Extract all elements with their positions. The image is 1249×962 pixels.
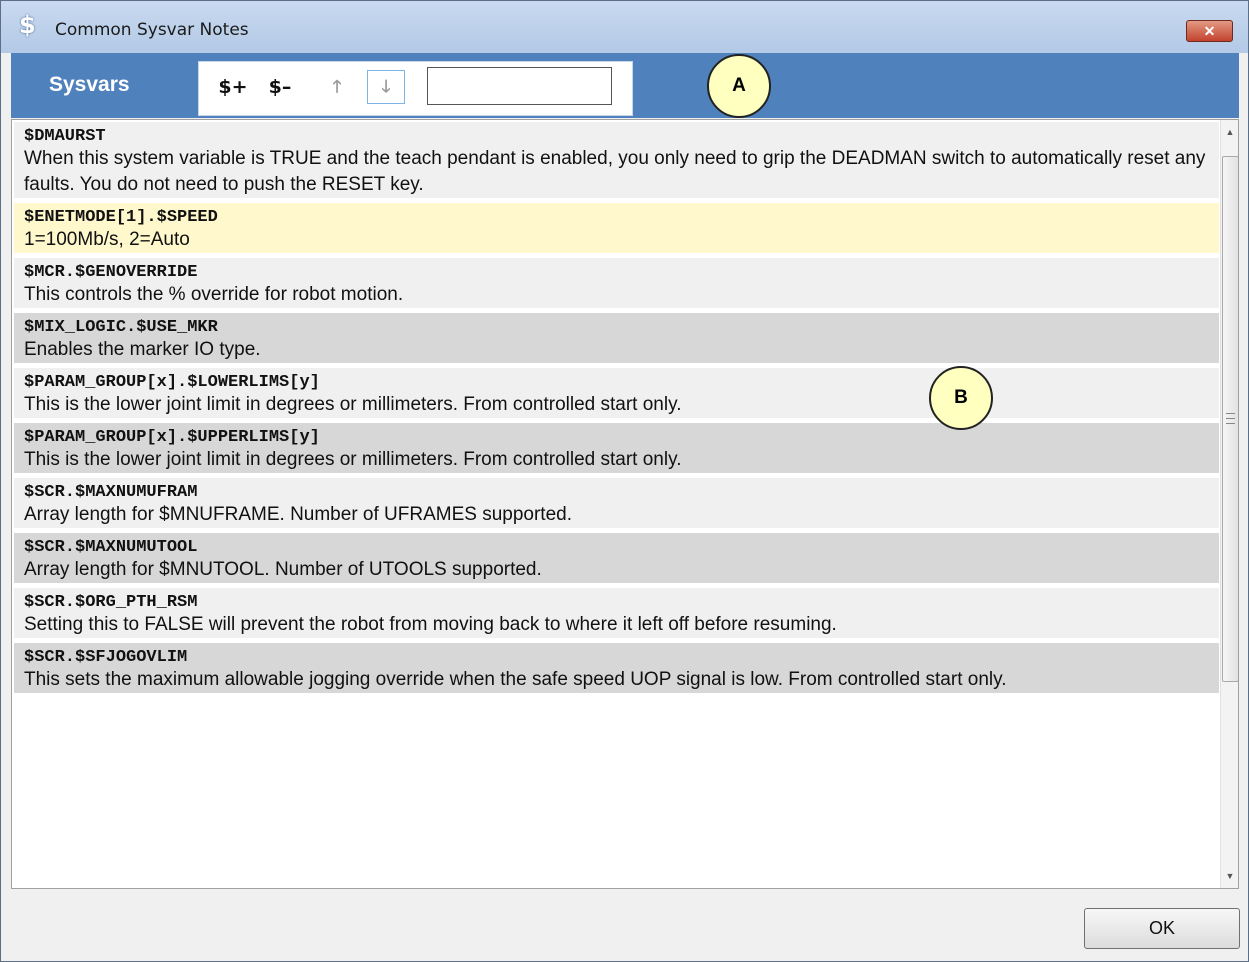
sysvar-item[interactable]: $DMAURST When this system variable is TRU… [14, 122, 1219, 198]
sysvar-name: $PARAM_GROUP[x].$LOWERLIMS[y] [24, 373, 320, 392]
sysvar-name: $SCR.$MAXNUMUTOOL [24, 538, 198, 557]
sysvar-item[interactable]: $SCR.$SFJOGOVLIM This sets the maximum al… [14, 643, 1219, 693]
sysvar-notes-dialog: $ Common Sysvar Notes ✕ Sysvars $+ $– 🡑 … [0, 0, 1249, 962]
close-button[interactable]: ✕ [1186, 20, 1233, 42]
scroll-down-icon[interactable]: ▼ [1221, 866, 1238, 886]
sysvar-name: $SCR.$ORG_PTH_RSM [24, 593, 198, 612]
scrollbar-thumb[interactable] [1222, 156, 1238, 682]
sysvar-description: When this system variable is TRUE and th… [24, 148, 1206, 195]
callout-b: B [929, 366, 993, 430]
sysvar-description: This sets the maximum allowable jogging … [24, 669, 1007, 690]
remove-sysvar-button[interactable]: $– [264, 71, 296, 103]
sysvar-name: $PARAM_GROUP[x].$UPPERLIMS[y] [24, 428, 320, 447]
sysvar-item[interactable]: $MIX_LOGIC.$USE_MKR Enables the marker IO… [14, 313, 1219, 363]
sysvar-list[interactable]: $DMAURST When this system variable is TRU… [11, 119, 1239, 889]
sysvar-description: This is the lower joint limit in degrees… [24, 449, 682, 470]
window-title: Common Sysvar Notes [55, 20, 249, 40]
sysvar-item[interactable]: $PARAM_GROUP[x].$UPPERLIMS[y] This is the… [14, 423, 1219, 473]
arrow-up-icon: 🡑 [332, 77, 342, 97]
title-bar[interactable]: $ Common Sysvar Notes ✕ [1, 1, 1248, 53]
move-down-button[interactable]: 🡓 [367, 70, 405, 104]
sysvar-description: 1=100Mb/s, 2=Auto [24, 229, 190, 250]
sysvar-description: This is the lower joint limit in degrees… [24, 394, 682, 415]
sysvar-description: Array length for $MNUTOOL. Number of UTO… [24, 559, 542, 580]
sysvar-item[interactable]: $SCR.$MAXNUMUTOOL Array length for $MNUTO… [14, 533, 1219, 583]
sysvar-item[interactable]: $SCR.$MAXNUMUFRAM Array length for $MNUFR… [14, 478, 1219, 528]
sysvar-name: $SCR.$MAXNUMUFRAM [24, 483, 198, 502]
sysvar-description: This controls the % override for robot m… [24, 284, 404, 305]
dollar-icon: $ [19, 11, 36, 39]
toolbar-label: Sysvars [49, 73, 130, 96]
sysvar-list-items: $DMAURST When this system variable is TRU… [14, 122, 1219, 698]
toolbar-controls: $+ $– 🡑 🡓 [198, 61, 633, 116]
sysvar-description: Array length for $MNUFRAME. Number of UF… [24, 504, 573, 525]
sysvar-name: $MIX_LOGIC.$USE_MKR [24, 318, 218, 337]
toolbar: Sysvars $+ $– 🡑 🡓 [11, 53, 1239, 118]
sysvar-item[interactable]: $PARAM_GROUP[x].$LOWERLIMS[y] This is the… [14, 368, 1219, 418]
vertical-scrollbar[interactable]: ▲ ▼ [1220, 120, 1238, 888]
sysvar-item[interactable]: $ENETMODE[1].$SPEED 1=100Mb/s, 2=Auto [14, 203, 1219, 253]
sysvar-item[interactable]: $SCR.$ORG_PTH_RSM Setting this to FALSE w… [14, 588, 1219, 638]
ok-button[interactable]: OK [1084, 908, 1240, 949]
sysvar-description: Enables the marker IO type. [24, 339, 261, 360]
arrow-down-icon: 🡓 [381, 77, 391, 97]
sysvar-description: Setting this to FALSE will prevent the r… [24, 614, 837, 635]
sysvar-name: $SCR.$SFJOGOVLIM [24, 648, 188, 667]
move-up-button[interactable]: 🡑 [325, 71, 349, 103]
scroll-up-icon[interactable]: ▲ [1221, 122, 1238, 142]
sysvar-name: $MCR.$GENOVERRIDE [24, 263, 198, 282]
sysvar-name: $DMAURST [24, 127, 106, 146]
filter-input[interactable] [427, 67, 612, 105]
sysvar-item[interactable]: $MCR.$GENOVERRIDE This controls the % ove… [14, 258, 1219, 308]
add-sysvar-button[interactable]: $+ [217, 71, 249, 103]
sysvar-name: $ENETMODE[1].$SPEED [24, 208, 218, 227]
grip-icon [1226, 413, 1235, 424]
callout-a: A [707, 54, 771, 118]
